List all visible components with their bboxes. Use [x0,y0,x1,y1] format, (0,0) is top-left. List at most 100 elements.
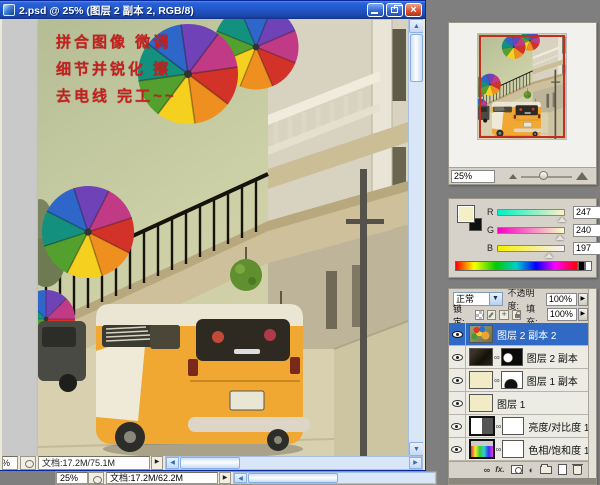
visibility-cell[interactable] [449,369,466,391]
opacity-value[interactable]: 100% [546,293,577,306]
color-slider-thumb-r[interactable] [558,217,566,222]
new-layer-icon[interactable] [558,464,567,475]
horizontal-scrollbar-thumb[interactable] [180,457,240,469]
vertical-scrollbar-thumb[interactable] [410,34,423,82]
status-menu-arrow-icon[interactable]: ▶ [151,456,163,470]
red-channel-value[interactable]: 247 [573,206,600,219]
visibility-cell[interactable] [449,346,466,368]
visibility-cell[interactable] [449,392,466,414]
back-scroll-left-icon[interactable]: ◀ [234,473,247,483]
horizontal-scrollbar[interactable]: ◀ ▶ [165,456,423,470]
opacity-spinner-icon[interactable]: ▶ [578,293,589,306]
status-icon[interactable] [20,456,36,470]
red-channel-slider[interactable] [497,209,565,216]
document-size-field: 文档:17.2M/75.1M [38,456,150,470]
layer-thumbnail[interactable] [469,394,493,412]
spectrum-white-swatch[interactable] [585,261,592,271]
layer-thumbnail[interactable] [469,348,493,366]
fill-spinner-icon[interactable]: ▶ [578,308,588,321]
add-mask-icon[interactable] [511,465,523,474]
minimize-button[interactable] [367,3,384,17]
restore-button[interactable] [386,3,403,17]
mask-link-icon[interactable]: ∞ [496,422,502,431]
layer-mask-thumbnail[interactable] [501,371,523,389]
layer-row[interactable]: 图层 2 副本 2 [449,323,588,346]
back-horizontal-scrollbar-thumb[interactable] [248,473,338,483]
layer-row[interactable]: ∞ 色相/饱和度 1 [449,438,588,461]
zoom-in-icon[interactable] [576,172,588,180]
eye-icon [452,354,463,361]
blue-channel-value[interactable]: 197 [573,242,600,255]
lock-position-icon[interactable] [499,310,508,320]
layer-name[interactable]: 图层 2 副本 2 [497,327,556,342]
layer-thumbnail[interactable] [469,325,493,343]
layer-name[interactable]: 色相/饱和度 1 [528,442,588,457]
lock-all-icon[interactable] [512,310,521,320]
lock-fill-row: 锁定: 填充: 100% ▶ [449,307,588,322]
visibility-cell[interactable] [449,323,466,345]
new-group-icon[interactable] [540,466,552,474]
blue-channel-row: B 197 [487,241,600,255]
layers-bottom-toolbar: ∞ fx. ◐ [449,461,588,477]
navigator-thumbnail[interactable] [477,33,567,140]
mask-link-icon[interactable]: ∞ [496,445,502,454]
scroll-down-icon[interactable]: ▼ [409,442,423,456]
mask-link-icon[interactable]: ∞ [494,376,500,385]
layer-row[interactable]: 图层 1 [449,392,588,415]
adjustment-layer-icon[interactable] [469,439,495,459]
blue-channel-slider[interactable] [497,245,565,252]
titlebar[interactable]: 2.psd @ 25% (图层 2 副本 2, RGB/8) × [0,1,425,19]
vertical-scrollbar[interactable]: ▲ ▼ [408,19,423,456]
delete-layer-icon[interactable] [573,465,582,475]
link-layers-icon[interactable]: ∞ [484,465,489,475]
green-channel-slider[interactable] [497,227,565,234]
lock-pixels-icon[interactable] [487,310,496,320]
zoom-field[interactable]: 25% [2,456,18,470]
layer-style-fx-icon[interactable]: fx. [495,465,504,474]
layer-row[interactable]: ∞ 亮度/对比度 1 [449,415,588,438]
scroll-left-icon[interactable]: ◀ [166,457,179,469]
zoom-out-icon[interactable] [509,174,517,179]
spectrum-black-swatch[interactable] [578,261,585,271]
green-channel-row: G 240 [487,223,600,237]
eye-icon [452,331,463,338]
back-horizontal-scrollbar[interactable]: ◀ [233,472,436,484]
layer-name[interactable]: 图层 2 副本 [527,350,578,365]
layer-mask-thumbnail[interactable] [502,440,524,458]
visibility-cell[interactable] [449,438,466,460]
fill-value[interactable]: 100% [547,308,577,321]
lock-transparency-icon[interactable] [475,310,484,320]
adjustment-layer-menu-icon[interactable]: ◐ [529,465,534,475]
back-status-icon[interactable] [88,472,104,484]
scroll-up-icon[interactable]: ▲ [409,19,423,33]
layer-mask-thumbnail[interactable] [502,417,524,435]
color-slider-thumb-g[interactable] [556,235,564,240]
status-bar: 25% 文档:17.2M/75.1M ▶ ◀ ▶ [2,456,423,470]
adjustment-layer-icon[interactable] [469,416,495,436]
layer-row[interactable]: ∞ 图层 1 副本 [449,369,588,392]
back-zoom-field[interactable]: 25% [56,472,88,484]
navigator-zoom-field[interactable]: 25% [451,170,495,183]
color-slider-thumb-b[interactable] [545,253,553,258]
layer-name[interactable]: 图层 1 副本 [527,373,578,388]
back-status-menu-arrow-icon[interactable]: ▶ [219,472,231,484]
close-button[interactable]: × [405,3,422,17]
green-channel-value[interactable]: 240 [573,224,600,237]
foreground-color-swatch[interactable] [457,205,475,223]
layer-row[interactable]: ∞ 图层 2 副本 [449,346,588,369]
layer-mask-thumbnail[interactable] [501,348,523,366]
layer-name[interactable]: 亮度/对比度 1 [528,419,588,434]
color-panel: R 247 G 240 B 197 [448,198,597,278]
zoom-slider-thumb[interactable] [539,171,548,180]
visibility-cell[interactable] [449,415,466,437]
layer-thumbnail[interactable] [469,371,493,389]
layer-name[interactable]: 图层 1 [497,396,525,411]
canvas-area: 拼合图像 微调 细节并锐化 擦 去电线 完工~~ ▲ ▼ [2,19,423,456]
blend-dropdown-arrow-icon[interactable]: ▼ [489,293,502,305]
color-spectrum-ramp[interactable] [455,261,578,271]
mask-link-icon[interactable]: ∞ [494,353,500,362]
layers-scrollbar[interactable] [588,289,596,484]
navigator-zoom-slider[interactable] [495,168,596,184]
scroll-right-icon[interactable]: ▶ [409,457,422,469]
photo-canvas[interactable]: 拼合图像 微调 细节并锐化 擦 去电线 完工~~ [38,19,408,456]
